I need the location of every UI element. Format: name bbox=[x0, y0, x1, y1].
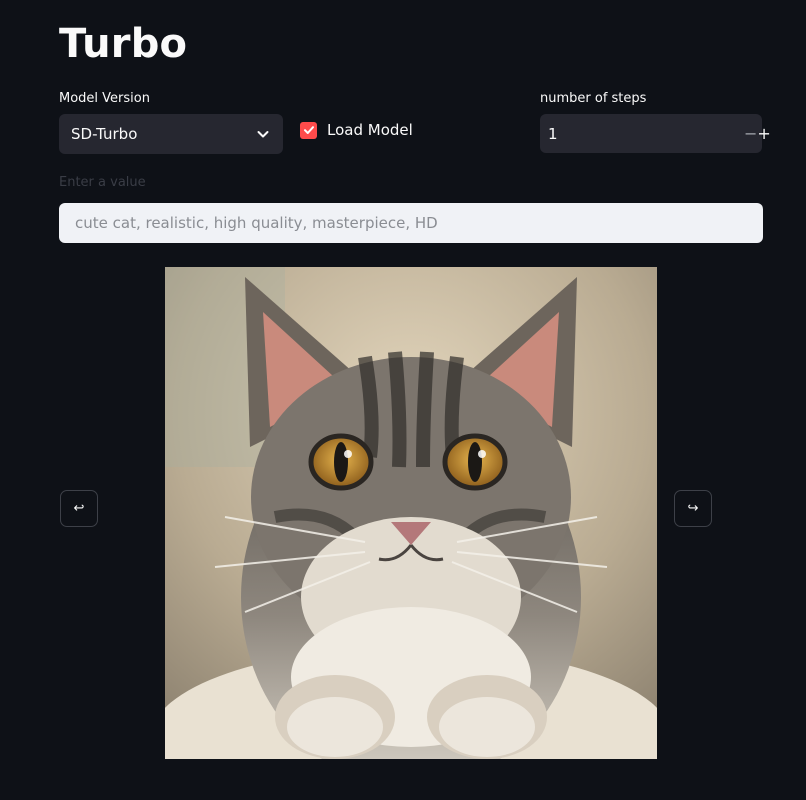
model-version-value: SD-Turbo bbox=[71, 125, 138, 143]
prompt-input[interactable] bbox=[59, 203, 763, 243]
previous-image-button[interactable]: ↩ bbox=[60, 490, 98, 527]
generated-cat-image bbox=[165, 267, 657, 759]
page-title: Turbo bbox=[59, 21, 188, 67]
steps-decrement-button[interactable]: − bbox=[744, 114, 757, 153]
check-icon bbox=[300, 121, 317, 139]
next-image-button[interactable]: ↪ bbox=[674, 490, 712, 527]
load-model-label: Load Model bbox=[327, 121, 413, 139]
steps-value-field[interactable] bbox=[540, 113, 744, 154]
prompt-label: Enter a value bbox=[59, 175, 146, 190]
chevron-down-icon bbox=[255, 126, 271, 142]
steps-number-input: − + bbox=[540, 113, 771, 154]
model-version-label: Model Version bbox=[59, 91, 150, 106]
load-model-checkbox[interactable]: Load Model bbox=[300, 121, 413, 139]
model-version-select[interactable]: SD-Turbo bbox=[59, 114, 283, 154]
steps-increment-button[interactable]: + bbox=[757, 114, 770, 153]
steps-label: number of steps bbox=[540, 91, 647, 106]
app-page: Turbo Model Version SD-Turbo Load Model … bbox=[0, 0, 806, 800]
